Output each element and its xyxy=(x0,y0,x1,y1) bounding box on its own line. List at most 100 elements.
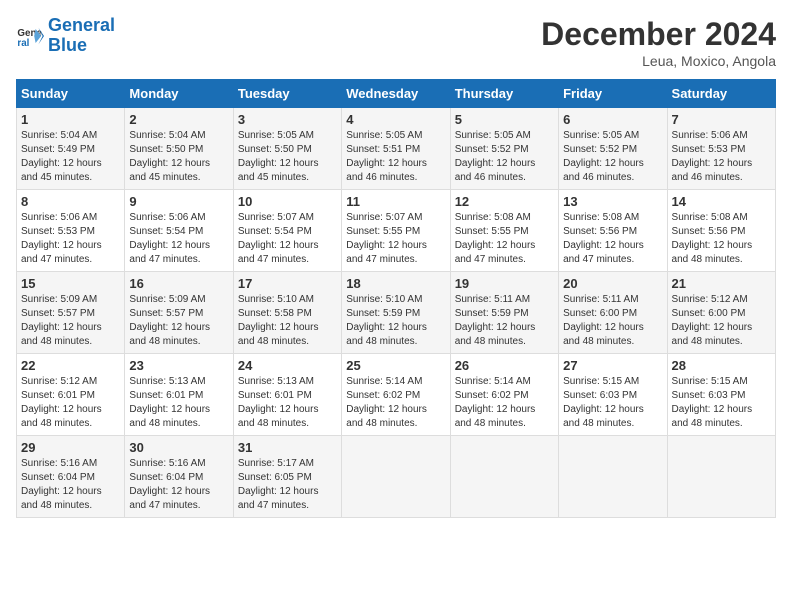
calendar-cell: 16 Sunrise: 5:09 AMSunset: 5:57 PMDayligh… xyxy=(125,272,233,354)
calendar-week-row: 1Sunrise: 5:04 AMSunset: 5:49 PMDaylight… xyxy=(17,108,776,190)
logo-text-line1: General xyxy=(48,16,115,36)
calendar-cell: 20 Sunrise: 5:11 AMSunset: 6:00 PMDayligh… xyxy=(559,272,667,354)
day-info: Sunrise: 5:13 AMSunset: 6:01 PMDaylight:… xyxy=(238,375,337,431)
calendar-week-row: 15 Sunrise: 5:09 AMSunset: 5:57 PMDayligh… xyxy=(17,272,776,354)
day-info: Sunrise: 5:12 AMSunset: 6:00 PMDaylight:… xyxy=(672,293,771,349)
logo: Gene ral General Blue xyxy=(16,16,115,56)
calendar-week-row: 22Sunrise: 5:12 AMSunset: 6:01 PMDayligh… xyxy=(17,354,776,436)
title-block: December 2024 Leua, Moxico, Angola xyxy=(541,16,776,69)
day-info: Sunrise: 5:04 AMSunset: 5:49 PMDaylight:… xyxy=(21,129,120,185)
calendar-cell xyxy=(342,436,450,518)
calendar-cell: 22Sunrise: 5:12 AMSunset: 6:01 PMDayligh… xyxy=(17,354,125,436)
day-number: 17 xyxy=(238,276,337,291)
day-number: 25 xyxy=(346,358,445,373)
calendar-cell: 6 Sunrise: 5:05 AMSunset: 5:52 PMDaylight… xyxy=(559,108,667,190)
day-info: Sunrise: 5:07 AMSunset: 5:55 PMDaylight:… xyxy=(346,211,445,267)
calendar-cell: 2Sunrise: 5:04 AMSunset: 5:50 PMDaylight… xyxy=(125,108,233,190)
calendar-cell: 5 Sunrise: 5:05 AMSunset: 5:52 PMDaylight… xyxy=(450,108,558,190)
day-info: Sunrise: 5:12 AMSunset: 6:01 PMDaylight:… xyxy=(21,375,120,431)
page-header: Gene ral General Blue December 2024 Leua… xyxy=(16,16,776,69)
calendar-cell: 18Sunrise: 5:10 AMSunset: 5:59 PMDayligh… xyxy=(342,272,450,354)
calendar-cell xyxy=(559,436,667,518)
calendar-cell: 1Sunrise: 5:04 AMSunset: 5:49 PMDaylight… xyxy=(17,108,125,190)
day-number: 6 xyxy=(563,112,662,127)
day-info: Sunrise: 5:08 AMSunset: 5:55 PMDaylight:… xyxy=(455,211,554,267)
weekday-header-friday: Friday xyxy=(559,80,667,108)
day-info: Sunrise: 5:15 AMSunset: 6:03 PMDaylight:… xyxy=(563,375,662,431)
day-number: 30 xyxy=(129,440,228,455)
day-info: Sunrise: 5:11 AMSunset: 6:00 PMDaylight:… xyxy=(563,293,662,349)
calendar-cell xyxy=(450,436,558,518)
day-number: 7 xyxy=(672,112,771,127)
day-info: Sunrise: 5:09 AMSunset: 5:57 PMDaylight:… xyxy=(21,293,120,349)
weekday-header-tuesday: Tuesday xyxy=(233,80,341,108)
day-info: Sunrise: 5:04 AMSunset: 5:50 PMDaylight:… xyxy=(129,129,228,185)
day-number: 23 xyxy=(129,358,228,373)
day-info: Sunrise: 5:06 AMSunset: 5:53 PMDaylight:… xyxy=(672,129,771,185)
calendar-cell: 24 Sunrise: 5:13 AMSunset: 6:01 PMDayligh… xyxy=(233,354,341,436)
day-number: 27 xyxy=(563,358,662,373)
logo-text-line2: Blue xyxy=(48,36,115,56)
calendar-cell: 15 Sunrise: 5:09 AMSunset: 5:57 PMDayligh… xyxy=(17,272,125,354)
calendar-cell: 27 Sunrise: 5:15 AMSunset: 6:03 PMDayligh… xyxy=(559,354,667,436)
calendar-cell: 23 Sunrise: 5:13 AMSunset: 6:01 PMDayligh… xyxy=(125,354,233,436)
calendar-cell: 7 Sunrise: 5:06 AMSunset: 5:53 PMDaylight… xyxy=(667,108,775,190)
calendar-cell: 10 Sunrise: 5:07 AMSunset: 5:54 PMDayligh… xyxy=(233,190,341,272)
calendar-cell: 29Sunrise: 5:16 AMSunset: 6:04 PMDayligh… xyxy=(17,436,125,518)
day-number: 24 xyxy=(238,358,337,373)
calendar-cell: 17 Sunrise: 5:10 AMSunset: 5:58 PMDayligh… xyxy=(233,272,341,354)
weekday-header-thursday: Thursday xyxy=(450,80,558,108)
day-info: Sunrise: 5:05 AMSunset: 5:52 PMDaylight:… xyxy=(455,129,554,185)
logo-icon: Gene ral xyxy=(16,22,44,50)
svg-text:ral: ral xyxy=(17,38,29,49)
day-info: Sunrise: 5:14 AMSunset: 6:02 PMDaylight:… xyxy=(346,375,445,431)
calendar-cell: 31Sunrise: 5:17 AMSunset: 6:05 PMDayligh… xyxy=(233,436,341,518)
day-info: Sunrise: 5:06 AMSunset: 5:53 PMDaylight:… xyxy=(21,211,120,267)
calendar-week-row: 29Sunrise: 5:16 AMSunset: 6:04 PMDayligh… xyxy=(17,436,776,518)
day-info: Sunrise: 5:15 AMSunset: 6:03 PMDaylight:… xyxy=(672,375,771,431)
day-info: Sunrise: 5:13 AMSunset: 6:01 PMDaylight:… xyxy=(129,375,228,431)
calendar-cell: 19 Sunrise: 5:11 AMSunset: 5:59 PMDayligh… xyxy=(450,272,558,354)
calendar-cell: 4Sunrise: 5:05 AMSunset: 5:51 PMDaylight… xyxy=(342,108,450,190)
month-title: December 2024 xyxy=(541,16,776,53)
day-info: Sunrise: 5:08 AMSunset: 5:56 PMDaylight:… xyxy=(563,211,662,267)
day-info: Sunrise: 5:16 AMSunset: 6:04 PMDaylight:… xyxy=(21,457,120,513)
calendar-table: SundayMondayTuesdayWednesdayThursdayFrid… xyxy=(16,79,776,518)
calendar-cell xyxy=(667,436,775,518)
day-info: Sunrise: 5:07 AMSunset: 5:54 PMDaylight:… xyxy=(238,211,337,267)
day-number: 9 xyxy=(129,194,228,209)
calendar-cell: 25 Sunrise: 5:14 AMSunset: 6:02 PMDayligh… xyxy=(342,354,450,436)
day-number: 12 xyxy=(455,194,554,209)
day-number: 28 xyxy=(672,358,771,373)
day-number: 5 xyxy=(455,112,554,127)
day-number: 20 xyxy=(563,276,662,291)
day-number: 21 xyxy=(672,276,771,291)
calendar-cell: 9 Sunrise: 5:06 AMSunset: 5:54 PMDaylight… xyxy=(125,190,233,272)
day-info: Sunrise: 5:08 AMSunset: 5:56 PMDaylight:… xyxy=(672,211,771,267)
day-number: 3 xyxy=(238,112,337,127)
day-number: 19 xyxy=(455,276,554,291)
day-info: Sunrise: 5:05 AMSunset: 5:52 PMDaylight:… xyxy=(563,129,662,185)
weekday-header-saturday: Saturday xyxy=(667,80,775,108)
calendar-cell: 26Sunrise: 5:14 AMSunset: 6:02 PMDayligh… xyxy=(450,354,558,436)
day-number: 16 xyxy=(129,276,228,291)
weekday-header-row: SundayMondayTuesdayWednesdayThursdayFrid… xyxy=(17,80,776,108)
day-number: 15 xyxy=(21,276,120,291)
calendar-cell: 21 Sunrise: 5:12 AMSunset: 6:00 PMDayligh… xyxy=(667,272,775,354)
day-info: Sunrise: 5:06 AMSunset: 5:54 PMDaylight:… xyxy=(129,211,228,267)
day-number: 11 xyxy=(346,194,445,209)
day-info: Sunrise: 5:10 AMSunset: 5:59 PMDaylight:… xyxy=(346,293,445,349)
calendar-cell: 13Sunrise: 5:08 AMSunset: 5:56 PMDayligh… xyxy=(559,190,667,272)
weekday-header-wednesday: Wednesday xyxy=(342,80,450,108)
day-number: 26 xyxy=(455,358,554,373)
day-number: 10 xyxy=(238,194,337,209)
calendar-week-row: 8Sunrise: 5:06 AMSunset: 5:53 PMDaylight… xyxy=(17,190,776,272)
calendar-cell: 14Sunrise: 5:08 AMSunset: 5:56 PMDayligh… xyxy=(667,190,775,272)
day-info: Sunrise: 5:09 AMSunset: 5:57 PMDaylight:… xyxy=(129,293,228,349)
day-info: Sunrise: 5:10 AMSunset: 5:58 PMDaylight:… xyxy=(238,293,337,349)
day-info: Sunrise: 5:05 AMSunset: 5:51 PMDaylight:… xyxy=(346,129,445,185)
day-info: Sunrise: 5:11 AMSunset: 5:59 PMDaylight:… xyxy=(455,293,554,349)
location: Leua, Moxico, Angola xyxy=(541,53,776,69)
day-info: Sunrise: 5:05 AMSunset: 5:50 PMDaylight:… xyxy=(238,129,337,185)
calendar-cell: 12 Sunrise: 5:08 AMSunset: 5:55 PMDayligh… xyxy=(450,190,558,272)
